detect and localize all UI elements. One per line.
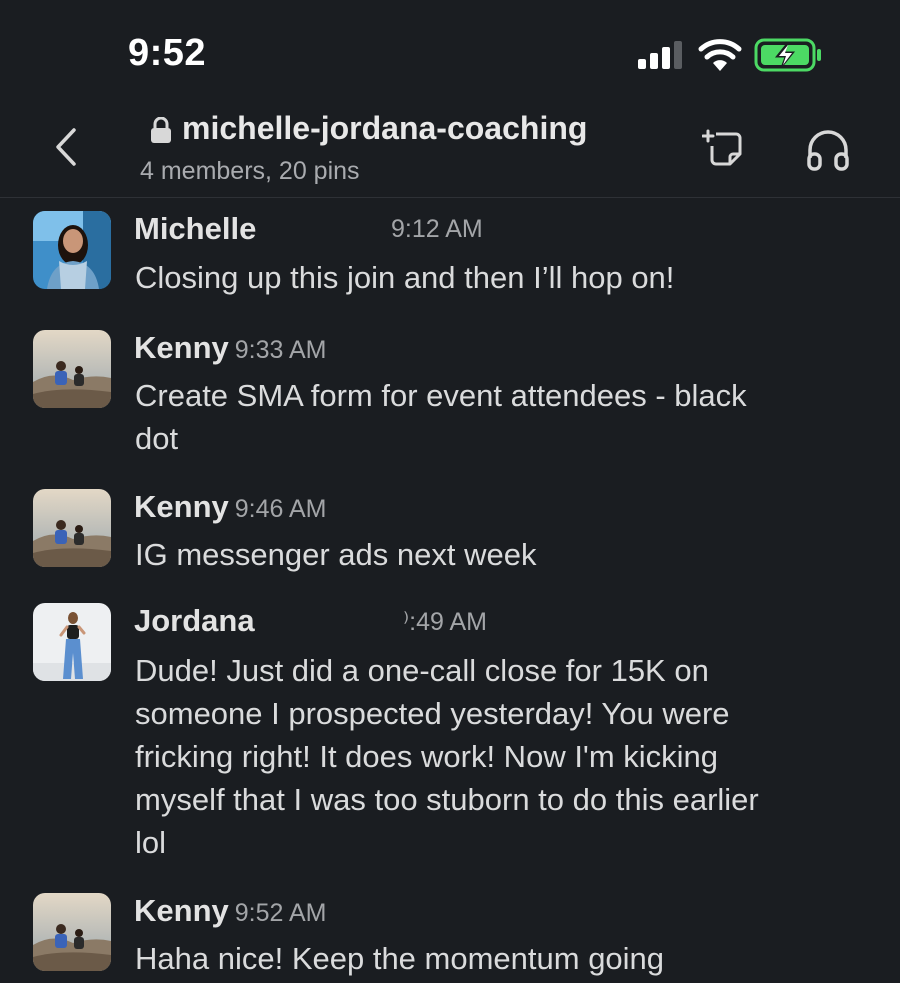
- wifi-icon: [698, 39, 742, 71]
- avatar[interactable]: [33, 893, 111, 971]
- message-header: Kenny 9:46 AM: [134, 489, 326, 529]
- message-line: lol: [135, 825, 167, 860]
- channel-header: michelle-jordana-coaching 4 members, 20 …: [0, 100, 900, 198]
- message-header: Michelle 9:12 AM: [134, 211, 483, 251]
- message-line: Create SMA form for event attendees - bl…: [135, 378, 747, 413]
- sender-name[interactable]: Michelle: [134, 211, 256, 246]
- message-timestamp: ⁾:49 AM: [403, 608, 487, 636]
- message-text: IG messenger ads next week: [135, 533, 870, 576]
- message-line: Haha nice! Keep the momentum going: [135, 941, 665, 976]
- cellular-signal-icon: [638, 41, 686, 69]
- message-line: IG messenger ads next week: [135, 537, 537, 572]
- message-text: Closing up this join and then I’ll hop o…: [135, 256, 870, 299]
- battery-charging-icon: [754, 38, 821, 72]
- message-line: Dude! Just did a one-call close for 15K …: [135, 653, 709, 688]
- back-button[interactable]: [50, 126, 84, 168]
- lock-icon: [151, 116, 171, 143]
- message-timestamp: 9:46 AM: [234, 495, 327, 523]
- avatar[interactable]: [33, 603, 111, 681]
- channel-meta[interactable]: 4 members, 20 pins: [140, 157, 360, 186]
- message-line: dot: [135, 421, 179, 456]
- message-line: fricking right! It does work! Now I'm ki…: [135, 739, 719, 774]
- avatar[interactable]: [33, 489, 111, 567]
- message-timestamp: 9:12 AM: [391, 215, 483, 243]
- avatar[interactable]: [33, 330, 111, 408]
- sender-name[interactable]: Kenny: [134, 489, 229, 524]
- status-bar: 9:52: [0, 0, 900, 100]
- new-canvas-icon[interactable]: [702, 124, 748, 170]
- sender-name[interactable]: Kenny: [134, 893, 229, 928]
- message-line: someone I prospected yesterday! You were: [135, 696, 730, 731]
- headphones-icon[interactable]: [804, 128, 852, 172]
- channel-title[interactable]: michelle-jordana-coaching: [150, 110, 587, 147]
- message-text: Dude! Just did a one-call close for 15K …: [135, 649, 870, 864]
- message-line: Closing up this join and then I’ll hop o…: [135, 260, 675, 295]
- message-line: myself that I was too stuborn to do this…: [135, 782, 759, 817]
- avatar[interactable]: [33, 211, 111, 289]
- message-header: Jordana ⁾:49 AM: [134, 603, 487, 643]
- message-timestamp: 9:52 AM: [234, 899, 327, 927]
- message-header: Kenny 9:33 AM: [134, 330, 326, 370]
- message-timestamp: 9:33 AM: [234, 336, 327, 364]
- status-time: 9:52: [128, 32, 207, 74]
- message-text: Create SMA form for event attendees - bl…: [135, 374, 870, 460]
- message-header: Kenny 9:52 AM: [134, 893, 326, 933]
- channel-name: michelle-jordana-coaching: [182, 110, 588, 146]
- sender-name[interactable]: Kenny: [134, 330, 229, 365]
- message-text: Haha nice! Keep the momentum going: [135, 937, 870, 980]
- sender-name[interactable]: Jordana: [134, 603, 255, 638]
